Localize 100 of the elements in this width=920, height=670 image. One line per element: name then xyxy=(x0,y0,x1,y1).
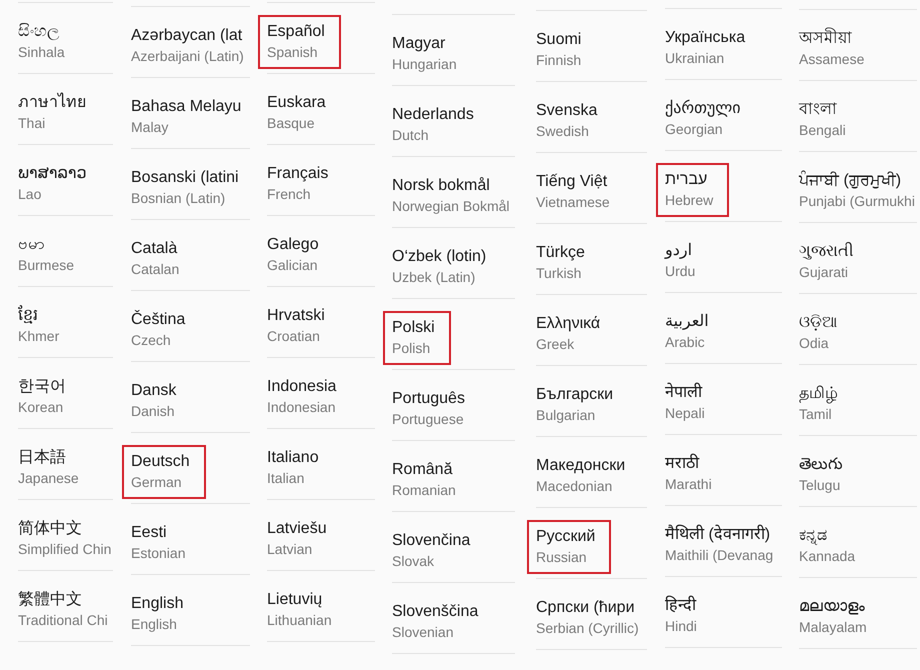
native-name: ဗမာ xyxy=(18,235,46,255)
native-name: Lietuvių xyxy=(267,590,324,610)
english-name: Bulgarian xyxy=(536,406,596,425)
english-name: Romanian xyxy=(392,481,456,500)
language-item[interactable]: ဗမာ Burmese xyxy=(9,228,90,282)
native-name: Nederlands xyxy=(392,105,474,125)
english-name: Slovenian xyxy=(392,623,454,642)
native-name: Català xyxy=(131,239,178,259)
language-item[interactable]: Română Romanian xyxy=(383,453,472,507)
language-item[interactable]: ગુજરાતી Gujarati xyxy=(790,235,870,289)
language-item[interactable]: Русский Russian xyxy=(527,520,612,574)
language-item[interactable]: Azərbaycan (lat Azerbaijani (Latin) xyxy=(122,19,260,73)
english-name: Portuguese xyxy=(392,410,465,429)
language-item[interactable]: English English xyxy=(122,587,200,641)
english-name: Hungarian xyxy=(392,55,457,74)
language-item[interactable]: 日本語 Japanese xyxy=(9,441,95,495)
native-name: অসমীয়া xyxy=(799,29,864,49)
language-item[interactable]: Euskara Basque xyxy=(258,86,342,140)
language-item[interactable]: Nederlands Dutch xyxy=(383,98,490,152)
native-name: 简体中文 xyxy=(18,519,83,539)
language-item[interactable]: ภาษาไทย Thai xyxy=(9,86,102,140)
native-name: हिन्दी xyxy=(665,596,697,616)
language-item[interactable]: Hrvatski Croatian xyxy=(258,299,341,353)
language-item[interactable]: Català Catalan xyxy=(122,232,196,286)
english-name: Slovak xyxy=(392,552,436,571)
language-item[interactable]: ଓଡ଼ିଆ Odia xyxy=(790,306,853,360)
language-item[interactable]: Tiếng Việt Vietnamese xyxy=(527,165,626,219)
language-item[interactable]: ಕನ್ನಡ Kannada xyxy=(790,519,872,573)
native-name: Slovenščina xyxy=(392,602,478,622)
language-item[interactable]: Magyar Hungarian xyxy=(383,27,473,81)
language-item[interactable]: Dansk Danish xyxy=(122,374,192,428)
language-item[interactable]: मैथिली (देवनागरी) Maithili (Devanag xyxy=(656,518,790,572)
english-name: Norwegian Bokmål xyxy=(392,197,510,216)
native-name: සිංහල xyxy=(18,22,60,42)
language-item[interactable]: नेपाली Nepali xyxy=(656,376,721,430)
language-item[interactable]: தமிழ் Tamil xyxy=(790,377,854,431)
language-item[interactable]: Italiano Italian xyxy=(258,441,335,495)
english-name: Georgian xyxy=(665,120,724,139)
english-name: Polish xyxy=(392,339,432,358)
english-name: Nepali xyxy=(665,404,705,423)
language-item[interactable]: অসমীয়া Assamese xyxy=(790,22,880,76)
language-item[interactable]: Čeština Czech xyxy=(122,303,202,357)
native-name: Indonesia xyxy=(267,377,336,397)
language-item[interactable]: മലയാളം Malayalam xyxy=(790,590,883,644)
language-item[interactable]: Latviešu Latvian xyxy=(258,512,343,566)
language-item[interactable]: ქართული Georgian xyxy=(656,92,757,146)
english-name: French xyxy=(267,185,312,204)
english-name: Assamese xyxy=(799,50,864,69)
language-item[interactable]: Português Portuguese xyxy=(383,382,481,436)
native-name: Ελληνικά xyxy=(536,314,600,334)
language-item[interactable]: বাংলা Bengali xyxy=(790,93,862,147)
native-name: বাংলা xyxy=(799,100,838,120)
language-item[interactable]: Ελληνικά Greek xyxy=(527,307,616,361)
language-item[interactable]: Galego Galician xyxy=(258,228,335,282)
language-item[interactable]: Suomi Finnish xyxy=(527,23,598,77)
language-item[interactable]: Français French xyxy=(258,157,344,211)
english-name: Hebrew xyxy=(665,191,714,210)
language-item[interactable]: Bahasa Melayu Malay xyxy=(122,90,258,144)
language-item[interactable]: O‘zbek (lotin) Uzbek (Latin) xyxy=(383,240,502,294)
english-name: Ukrainian xyxy=(665,49,726,68)
english-name: Latvian xyxy=(267,540,314,559)
english-name: Greek xyxy=(536,335,576,354)
native-name: Eesti xyxy=(131,523,168,543)
native-name: தமிழ் xyxy=(799,384,838,404)
language-item[interactable]: සිංහල Sinhala xyxy=(9,15,81,69)
language-item[interactable]: ខ្មែរ Khmer xyxy=(9,299,76,353)
english-name: Estonian xyxy=(131,544,186,563)
language-item[interactable]: Indonesia Indonesian xyxy=(258,370,352,424)
language-item[interactable]: 繁體中文 Traditional Chi xyxy=(9,583,124,637)
language-item[interactable]: Slovenščina Slovenian xyxy=(383,595,494,649)
language-item[interactable]: Slovenčina Slovak xyxy=(383,524,486,578)
native-name: Polski xyxy=(392,318,435,338)
language-item[interactable]: हिन्दी Hindi xyxy=(656,589,713,643)
language-item[interactable]: Español Spanish xyxy=(258,15,341,69)
language-item[interactable]: Lietuvių Lithuanian xyxy=(258,583,348,637)
english-name: Malay xyxy=(131,118,170,137)
language-item[interactable]: Українська Ukrainian xyxy=(656,21,762,75)
language-item[interactable]: Deutsch German xyxy=(122,445,206,499)
language-item[interactable]: Polski Polish xyxy=(383,311,451,365)
language-item[interactable]: Македонски Macedonian xyxy=(527,449,642,503)
language-item[interactable]: 한국어 Korean xyxy=(9,370,82,424)
language-item[interactable]: Svenska Swedish xyxy=(527,94,614,148)
english-name: Vietnamese xyxy=(536,193,610,212)
language-item[interactable]: Bosanski (latini Bosnian (Latin) xyxy=(122,161,255,215)
language-item[interactable]: Български Bulgarian xyxy=(527,378,630,432)
native-name: मराठी xyxy=(665,454,700,474)
english-name: Gujarati xyxy=(799,263,850,282)
language-item[interactable]: Српски (ћири Serbian (Cyrillic) xyxy=(527,591,655,645)
language-item[interactable]: ਪੰਜਾਬੀ (ਗੁਰਮੁਖੀ) Punjabi (Gurmukhi xyxy=(790,164,920,218)
language-item[interactable]: Norsk bokmål Norwegian Bokmål xyxy=(383,169,526,223)
english-name: Galician xyxy=(267,256,319,275)
english-name: Tamil xyxy=(799,405,833,424)
english-name: Bengali xyxy=(799,121,846,140)
language-item[interactable]: Türkçe Turkish xyxy=(527,236,601,290)
language-item[interactable]: मराठी Marathi xyxy=(656,447,728,501)
language-item[interactable]: తెలుగు Telugu xyxy=(790,448,859,502)
native-name: Tiếng Việt xyxy=(536,172,608,192)
language-item[interactable]: ພາສາລາວ Lao xyxy=(9,157,103,211)
native-name: Български xyxy=(536,385,614,405)
english-name: Turkish xyxy=(536,264,582,283)
